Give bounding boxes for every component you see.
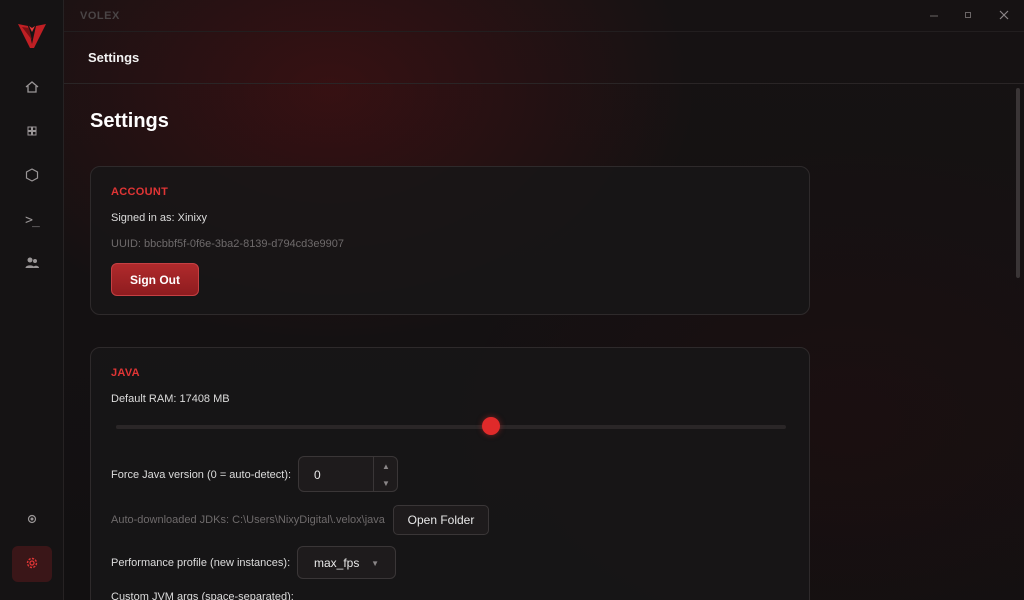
- sidebar-item-home[interactable]: [12, 70, 52, 106]
- users-icon: [24, 255, 40, 274]
- app-title: VOLEX: [80, 10, 120, 22]
- java-section-title: JAVA: [111, 367, 140, 379]
- box-icon: [24, 167, 40, 186]
- grid-icon: [24, 123, 40, 142]
- app-logo: [16, 18, 48, 48]
- home-icon: [24, 79, 40, 98]
- jvm-args-label: Custom JVM args (space-separated):: [111, 591, 294, 600]
- sidebar-item-friends[interactable]: [12, 246, 52, 282]
- scrollbar[interactable]: [1016, 88, 1020, 600]
- minimize-button[interactable]: [922, 6, 946, 26]
- force-version-label: Force Java version (0 = auto-detect):: [111, 469, 292, 481]
- force-version-value[interactable]: 0: [314, 468, 321, 482]
- perf-profile-select[interactable]: max_fps ▼: [297, 546, 396, 579]
- scrollbar-thumb[interactable]: [1016, 88, 1020, 278]
- page-title: Settings: [90, 110, 169, 132]
- force-version-stepper[interactable]: 0 ▲ ▼: [298, 456, 398, 492]
- ram-slider[interactable]: [116, 425, 786, 429]
- sidebar-item-instances[interactable]: [12, 114, 52, 150]
- maximize-icon: [963, 9, 973, 23]
- account-section-title: ACCOUNT: [111, 186, 169, 198]
- uuid-text: UUID: bbcbbf5f-0f6e-3ba2-8139-d794cd3e99…: [111, 238, 344, 250]
- sidebar-item-console[interactable]: >_: [12, 202, 52, 238]
- chevron-down-icon: ▼: [371, 559, 379, 568]
- page-header: Settings: [64, 32, 1024, 84]
- sidebar-item-status[interactable]: [12, 502, 52, 538]
- header-title: Settings: [88, 50, 140, 65]
- chevron-up-icon: ▲: [382, 461, 390, 471]
- stepper-divider: [373, 457, 374, 491]
- title-bar: VOLEX: [64, 0, 1024, 32]
- account-card: ACCOUNT Signed in as: Xinixy UUID: bbcbb…: [90, 166, 810, 315]
- ram-label: Default RAM: 17408 MB: [111, 393, 230, 405]
- ram-slider-fill: [116, 425, 492, 429]
- java-card: JAVA Default RAM: 17408 MB Force Java ve…: [90, 347, 810, 600]
- minimize-icon: [929, 9, 939, 23]
- ram-slider-thumb[interactable]: [482, 417, 501, 435]
- sidebar-item-settings[interactable]: [12, 546, 52, 582]
- status-dot-icon: [24, 511, 40, 530]
- jdk-path-text: Auto-downloaded JDKs: C:\Users\NixyDigit…: [111, 514, 385, 526]
- perf-profile-value: max_fps: [314, 556, 360, 570]
- close-button[interactable]: [992, 6, 1016, 26]
- perf-profile-label: Performance profile (new instances):: [111, 557, 291, 569]
- terminal-icon: >_: [25, 212, 40, 228]
- chevron-down-icon: ▼: [382, 478, 390, 488]
- stepper-down-button[interactable]: ▼: [377, 475, 395, 491]
- close-icon: [998, 9, 1010, 24]
- signed-in-text: Signed in as: Xinixy: [111, 212, 207, 224]
- sidebar-item-mods[interactable]: [12, 158, 52, 194]
- open-folder-button[interactable]: Open Folder: [393, 505, 489, 535]
- sidebar: >_: [0, 0, 64, 600]
- gear-icon: [24, 555, 40, 574]
- maximize-button[interactable]: [956, 6, 980, 26]
- stepper-up-button[interactable]: ▲: [377, 458, 395, 474]
- sign-out-button[interactable]: Sign Out: [111, 263, 199, 296]
